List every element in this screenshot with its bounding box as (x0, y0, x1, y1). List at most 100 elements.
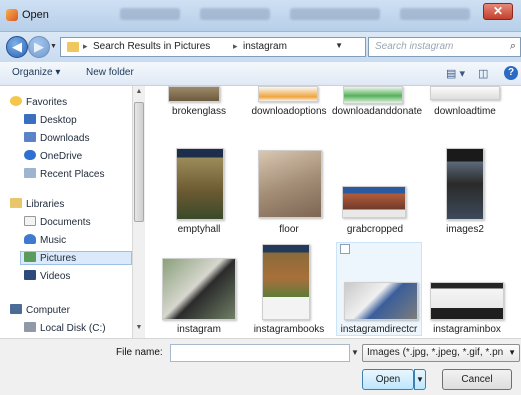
chevron-down-icon[interactable]: ▼ (335, 41, 343, 50)
file-name[interactable]: emptyhall (156, 224, 242, 236)
file-name[interactable]: instagramdirectcr (336, 324, 422, 336)
recent-places-icon (24, 168, 36, 178)
file-name[interactable]: instagraminbox (424, 324, 510, 336)
selection-checkbox[interactable] (340, 244, 350, 254)
file-name-input[interactable] (170, 344, 350, 362)
help-icon[interactable]: ? (504, 66, 518, 80)
nav-label: Favorites (26, 97, 68, 108)
navigation-pane: Favorites Desktop Downloads OneDrive Rec… (0, 86, 145, 338)
folder-icon (67, 42, 79, 52)
breadcrumb-separator: ▸ (233, 41, 238, 51)
file-name[interactable]: instagrambooks (246, 324, 332, 336)
file-thumbnail[interactable] (168, 86, 220, 102)
file-name[interactable]: downloadoptions (246, 106, 332, 118)
nav-downloads[interactable]: Downloads (24, 132, 89, 146)
search-input[interactable]: Search instagram ⌕ (368, 37, 521, 57)
nav-onedrive[interactable]: OneDrive (24, 150, 82, 164)
nav-libraries[interactable]: Libraries (10, 198, 64, 212)
close-icon: ✕ (492, 4, 504, 18)
scroll-down-icon[interactable]: ▼ (134, 324, 144, 331)
recent-locations-dropdown[interactable]: ▼ (50, 43, 57, 50)
nav-label: Music (40, 235, 67, 246)
file-thumbnail[interactable] (258, 86, 318, 102)
open-button[interactable]: Open (362, 369, 414, 390)
nav-computer[interactable]: Computer (10, 304, 70, 318)
pictures-icon (24, 252, 36, 262)
nav-videos[interactable]: Videos (24, 270, 70, 284)
window-title: Open (22, 9, 49, 21)
organize-button[interactable]: Organize ▾ (12, 67, 60, 78)
file-name[interactable]: grabcropped (332, 224, 418, 236)
file-thumbnail[interactable] (430, 282, 504, 320)
breadcrumb-separator: ▸ (83, 41, 88, 51)
open-options-dropdown[interactable]: ▼ (414, 369, 426, 390)
scroll-up-icon[interactable]: ▲ (134, 88, 144, 95)
nav-label: Pictures (40, 253, 77, 264)
computer-icon (10, 304, 22, 314)
breadcrumb-search-results[interactable]: Search Results in Pictures (93, 41, 210, 52)
file-name[interactable]: floor (246, 224, 332, 236)
cloud-icon (24, 150, 36, 160)
file-name[interactable]: downloadtime (422, 106, 508, 118)
file-thumbnail[interactable] (343, 86, 403, 104)
nav-label: Videos (40, 271, 71, 282)
downloads-icon (24, 132, 36, 142)
nav-recent-places[interactable]: Recent Places (24, 168, 104, 182)
nav-local-disk[interactable]: Local Disk (C:) (24, 322, 106, 336)
close-button[interactable]: ✕ (483, 3, 513, 20)
file-thumbnail[interactable] (262, 244, 310, 320)
chevron-down-icon: ▼ (416, 375, 424, 384)
video-icon (24, 270, 36, 280)
nav-label: Desktop (40, 115, 77, 126)
arrow-right-icon: ▶ (34, 39, 44, 54)
nav-scroll-thumb[interactable] (134, 102, 144, 222)
music-icon (24, 234, 36, 244)
search-placeholder: Search instagram (375, 41, 454, 52)
view-options-icon[interactable]: ▤ ▾ (446, 67, 465, 80)
nav-desktop[interactable]: Desktop (24, 114, 77, 128)
new-folder-button[interactable]: New folder (86, 67, 134, 78)
app-icon (6, 9, 18, 21)
dialog-footer: File name: ▼ Images (*.jpg, *.jpeg, *.gi… (0, 338, 521, 395)
preview-pane-icon[interactable]: ◫ (478, 67, 488, 80)
nav-label: Computer (26, 305, 70, 316)
file-name[interactable]: instagram (156, 324, 242, 336)
desktop-icon (24, 114, 36, 124)
file-thumbnail[interactable] (258, 150, 322, 218)
file-name[interactable]: brokenglass (156, 106, 242, 118)
blurred-title-element (120, 8, 180, 20)
nav-label: OneDrive (40, 151, 83, 162)
nav-music[interactable]: Music (24, 234, 66, 248)
breadcrumb-instagram[interactable]: instagram (243, 41, 287, 52)
back-button[interactable]: ◀ (6, 36, 28, 58)
blurred-title-element (400, 8, 470, 20)
file-type-select[interactable]: Images (*.jpg, *.jpeg, *.gif, *.pn ▼ (362, 344, 520, 362)
blurred-title-element (200, 8, 270, 20)
file-thumbnail[interactable] (344, 282, 418, 320)
nav-label: Downloads (40, 133, 90, 144)
cancel-button[interactable]: Cancel (442, 369, 512, 390)
file-type-value: Images (*.jpg, *.jpeg, *.gif, *.pn (367, 347, 504, 358)
blurred-title-element (290, 8, 380, 20)
file-name[interactable]: downloadanddonate (332, 106, 422, 118)
library-icon (10, 198, 22, 208)
file-thumbnail[interactable] (342, 186, 406, 218)
file-thumbnail[interactable] (430, 86, 500, 100)
nav-scrollbar[interactable]: ▲ ▼ (132, 86, 145, 338)
arrow-left-icon: ◀ (12, 39, 22, 54)
file-thumbnail[interactable] (446, 148, 484, 220)
file-thumbnail[interactable] (176, 148, 224, 220)
nav-label: Libraries (26, 199, 65, 210)
file-thumbnail[interactable] (162, 258, 236, 320)
address-field[interactable]: ▸ Search Results in Pictures ▸ instagram… (60, 37, 410, 57)
nav-favorites[interactable]: Favorites (10, 96, 67, 110)
star-icon (10, 96, 22, 106)
nav-label: Local Disk (C:) (40, 323, 106, 334)
nav-documents[interactable]: Documents (24, 216, 91, 230)
chevron-down-icon[interactable]: ▼ (350, 344, 360, 362)
file-name[interactable]: images2 (422, 224, 508, 236)
file-name-label: File name: (116, 347, 163, 358)
nav-pictures[interactable]: Pictures (20, 251, 132, 265)
file-grid: brokenglass downloadoptions downloadandd… (148, 86, 521, 338)
forward-button[interactable]: ▶ (28, 36, 50, 58)
